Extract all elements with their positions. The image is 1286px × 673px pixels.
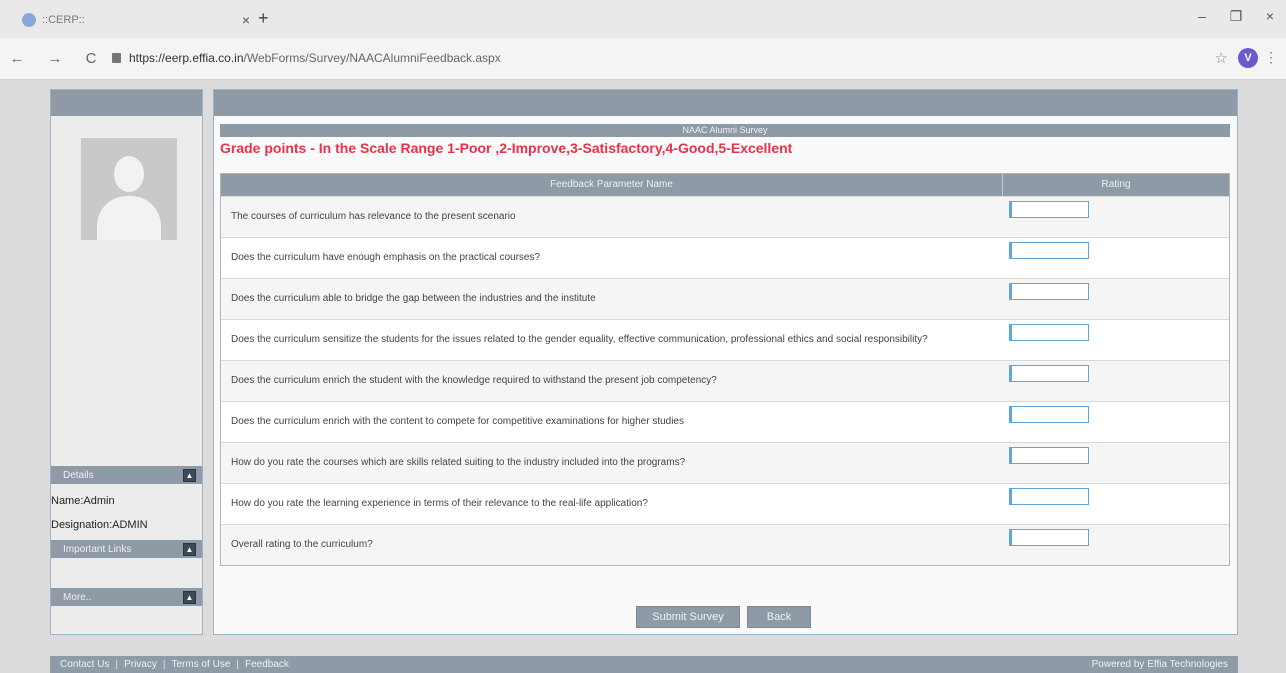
- more-section-header[interactable]: More.. ▲: [51, 588, 202, 606]
- question-text: How do you rate the courses which are sk…: [231, 457, 686, 468]
- main-header: [214, 90, 1237, 116]
- table-row: How do you rate the learning experience …: [221, 483, 1229, 524]
- bookmark-star-icon[interactable]: ☆: [1215, 49, 1228, 67]
- site-favicon-icon: [22, 13, 36, 27]
- table-row: Does the curriculum have enough emphasis…: [221, 237, 1229, 278]
- rating-input[interactable]: [1009, 365, 1089, 382]
- url-field[interactable]: https://eerp.effia.co.in/WebForms/Survey…: [112, 47, 1232, 69]
- rating-input[interactable]: [1009, 406, 1089, 423]
- left-sidebar: Details ▲ Name:Admin Designation:ADMIN I…: [50, 89, 203, 635]
- submit-survey-button[interactable]: Submit Survey: [636, 606, 740, 628]
- rating-input[interactable]: [1009, 447, 1089, 464]
- powered-by-text: Powered by Effia Technologies: [1091, 659, 1228, 670]
- rating-input[interactable]: [1009, 324, 1089, 341]
- rating-cell: [1003, 443, 1229, 483]
- window-close-icon[interactable]: ×: [1256, 8, 1284, 24]
- minimize-icon[interactable]: –: [1188, 8, 1216, 24]
- lock-icon: [112, 53, 121, 63]
- table-row: Does the curriculum able to bridge the g…: [221, 278, 1229, 319]
- question-text: Overall rating to the curriculum?: [231, 539, 373, 550]
- question-text: Does the curriculum sensitize the studen…: [231, 334, 928, 345]
- tab-title: ::CERP::: [42, 14, 85, 26]
- user-designation: Designation:ADMIN: [51, 519, 148, 531]
- browser-tab[interactable]: ::CERP:: ×: [8, 6, 256, 34]
- avatar-body-icon: [97, 196, 161, 240]
- rating-cell: [1003, 402, 1229, 442]
- avatar-head-icon: [114, 156, 144, 192]
- footer-link[interactable]: Feedback: [245, 659, 289, 670]
- page-content: Details ▲ Name:Admin Designation:ADMIN I…: [0, 80, 1286, 673]
- collapse-up-icon[interactable]: ▲: [183, 468, 196, 482]
- new-tab-icon[interactable]: +: [258, 8, 269, 29]
- browser-menu-icon[interactable]: ⋮: [1264, 49, 1278, 66]
- collapse-up-icon[interactable]: ▲: [183, 590, 196, 604]
- maximize-icon[interactable]: ❐: [1222, 8, 1250, 25]
- question-text: Does the curriculum able to bridge the g…: [231, 293, 596, 304]
- table-header-row: Feedback Parameter Name Rating: [221, 174, 1229, 196]
- feedback-table: Feedback Parameter Name Rating The cours…: [220, 173, 1230, 566]
- details-section-header[interactable]: Details ▲: [51, 466, 202, 484]
- rating-cell: [1003, 320, 1229, 360]
- table-row: Does the curriculum enrich with the cont…: [221, 401, 1229, 442]
- question-text: How do you rate the learning experience …: [231, 498, 648, 509]
- footer-links: Contact Us | Privacy | Terms of Use | Feedback: [60, 659, 289, 670]
- rating-cell: [1003, 361, 1229, 401]
- footer-link[interactable]: Privacy: [124, 659, 157, 670]
- back-arrow-icon[interactable]: ←: [8, 50, 26, 67]
- profile-avatar-icon[interactable]: V: [1238, 48, 1258, 68]
- important-links-label: Important Links: [63, 543, 132, 555]
- question-text: Does the curriculum enrich the student w…: [231, 375, 717, 386]
- grade-scale-text: Grade points - In the Scale Range 1-Poor…: [220, 140, 793, 156]
- back-button[interactable]: Back: [747, 606, 811, 628]
- collapse-up-icon[interactable]: ▲: [183, 542, 196, 556]
- user-name: Name:Admin: [51, 495, 115, 507]
- column-header-rating: Rating: [1101, 179, 1131, 190]
- url-host: https://eerp.effia.co.in: [129, 51, 244, 65]
- rating-cell: [1003, 197, 1229, 237]
- footer-link[interactable]: Terms of Use: [171, 659, 230, 670]
- url-path: /WebForms/Survey/NAACAlumniFeedback.aspx: [243, 51, 501, 65]
- rating-cell: [1003, 484, 1229, 524]
- sidebar-header: [51, 90, 202, 116]
- more-label: More..: [63, 591, 92, 603]
- details-label: Details: [63, 469, 94, 481]
- table-row: Overall rating to the curriculum?: [221, 524, 1229, 565]
- table-row: Does the curriculum enrich the student w…: [221, 360, 1229, 401]
- rating-input[interactable]: [1009, 488, 1089, 505]
- forward-arrow-icon[interactable]: →: [46, 50, 64, 67]
- browser-tab-bar: ::CERP:: × + – ❐ ×: [0, 0, 1286, 38]
- footer-separator: |: [236, 659, 239, 670]
- question-text: The courses of curriculum has relevance …: [231, 211, 516, 222]
- survey-panel: NAAC Alumni Survey Grade points - In the…: [213, 89, 1238, 635]
- survey-title: NAAC Alumni Survey: [220, 124, 1230, 137]
- rating-input[interactable]: [1009, 529, 1089, 546]
- tab-close-icon[interactable]: ×: [236, 12, 256, 28]
- rating-cell: [1003, 279, 1229, 319]
- rating-input[interactable]: [1009, 283, 1089, 300]
- rating-cell: [1003, 238, 1229, 278]
- table-row: Does the curriculum sensitize the studen…: [221, 319, 1229, 360]
- table-row: How do you rate the courses which are sk…: [221, 442, 1229, 483]
- footer-separator: |: [162, 659, 166, 670]
- question-text: Does the curriculum enrich with the cont…: [231, 416, 684, 427]
- rating-cell: [1003, 525, 1229, 565]
- question-text: Does the curriculum have enough emphasis…: [231, 252, 541, 263]
- table-row: The courses of curriculum has relevance …: [221, 196, 1229, 237]
- user-avatar: [81, 138, 177, 240]
- rating-input[interactable]: [1009, 201, 1089, 218]
- important-links-header[interactable]: Important Links ▲: [51, 540, 202, 558]
- rating-input[interactable]: [1009, 242, 1089, 259]
- reload-icon[interactable]: C: [82, 50, 100, 67]
- footer-bar: Contact Us | Privacy | Terms of Use | Feedback…: [50, 656, 1238, 673]
- footer-separator: |: [115, 659, 119, 670]
- column-header-parameter: Feedback Parameter Name: [221, 174, 1003, 196]
- address-bar: ← → C https://eerp.effia.co.in/WebForms/…: [0, 38, 1286, 80]
- footer-link[interactable]: Contact Us: [60, 659, 109, 670]
